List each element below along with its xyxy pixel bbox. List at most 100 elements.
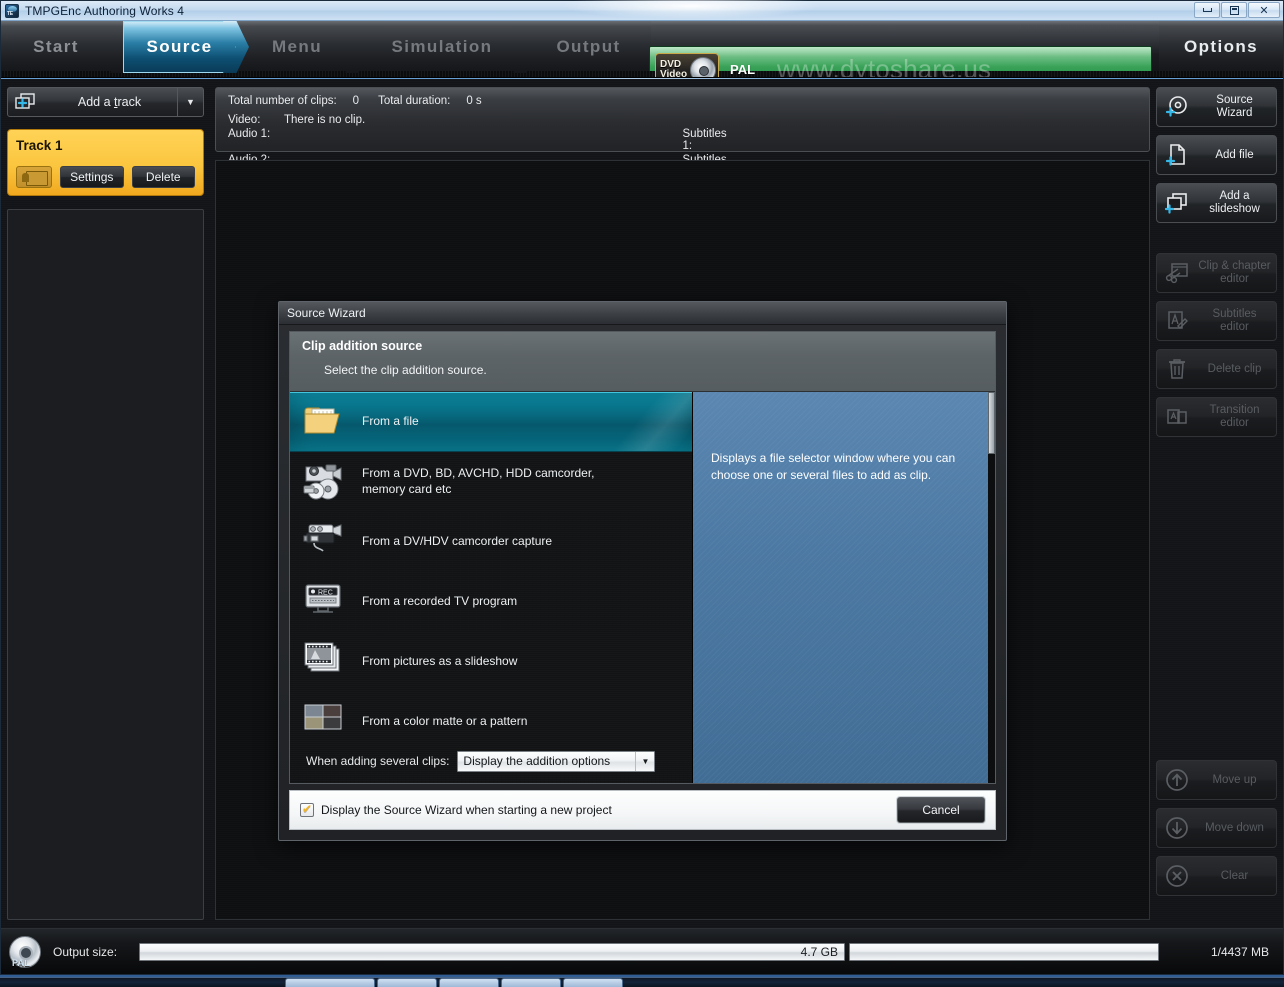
- chevron-down-icon[interactable]: ▼: [635, 751, 654, 771]
- scrollbar-thumb[interactable]: [988, 392, 995, 454]
- banner-format-label: PAL: [730, 62, 756, 77]
- restore-icon: [1229, 5, 1239, 15]
- title-bar[interactable]: TMPGEnc Authoring Works 4 ✕: [1, 0, 1283, 21]
- pal-disc-label: PAL: [12, 957, 30, 968]
- tab-start[interactable]: Start: [1, 21, 136, 73]
- capacity-label: 4.7 GB: [800, 944, 838, 959]
- move-down-button[interactable]: Move down: [1156, 808, 1277, 848]
- main-body: Add a track ▼ Track 1 Settings Delete To…: [1, 79, 1283, 928]
- main-window: TMPGEnc Authoring Works 4 ✕ Start Source: [0, 0, 1284, 975]
- source-option-label: From a file: [362, 414, 419, 429]
- clip-info-panel: Total number of clips: 0 Total duration: 0…: [215, 87, 1150, 178]
- add-track-label: Add a track: [77, 95, 142, 109]
- track-settings-button[interactable]: Settings: [60, 166, 124, 188]
- dialog-heading: Clip addition source: [302, 339, 423, 353]
- wizard-tabs: Start Source Menu Simulation Output: [1, 21, 651, 73]
- source-option-dv-hdv-capture[interactable]: From a DV/HDV camcorder capture: [290, 512, 692, 572]
- source-option-label: From pictures as a slideshow: [362, 654, 518, 669]
- description-text: Displays a file selector window where yo…: [711, 451, 956, 483]
- move-up-button[interactable]: Move up: [1156, 760, 1277, 800]
- list-scrollbar[interactable]: [988, 392, 995, 783]
- track-item[interactable]: Track 1 Settings Delete: [7, 129, 204, 196]
- subtitles-editor-button[interactable]: Subtitles editor: [1156, 301, 1277, 341]
- tab-output[interactable]: Output: [526, 21, 651, 73]
- tab-menu[interactable]: Menu: [236, 21, 371, 73]
- tab-source[interactable]: Source: [123, 21, 249, 73]
- tab-options-label: Options: [1184, 37, 1259, 56]
- window-title: TMPGEnc Authoring Works 4: [25, 3, 185, 18]
- source-wizard-label: Source Wizard: [1216, 94, 1253, 119]
- show-wizard-checkbox[interactable]: [300, 802, 314, 817]
- taskbar-button[interactable]: [563, 978, 623, 987]
- disc-camcorder-icon: [302, 462, 346, 502]
- taskbar-button[interactable]: [377, 978, 437, 987]
- delete-clip-label: Delete clip: [1207, 362, 1262, 375]
- clip-chapter-editor-button[interactable]: Clip & chapter editor: [1156, 253, 1277, 293]
- clear-button[interactable]: Clear: [1156, 856, 1277, 896]
- navigation-bar: Start Source Menu Simulation Output DVD …: [1, 21, 1283, 78]
- add-slideshow-icon: [1164, 190, 1190, 216]
- transition-editor-label: Transition editor: [1209, 404, 1260, 429]
- show-wizard-checkbox-label: Display the Source Wizard when starting …: [321, 803, 612, 817]
- color-matte-icon: [302, 702, 346, 742]
- tab-source-label: Source: [146, 37, 213, 56]
- chevron-down-icon[interactable]: ▼: [177, 88, 203, 116]
- dialog-title-bar[interactable]: Source Wizard: [279, 302, 1006, 325]
- move-up-label: Move up: [1212, 773, 1257, 786]
- output-size-progress-secondary: [849, 942, 1159, 961]
- transition-editor-button[interactable]: Transition editor: [1156, 397, 1277, 437]
- taskbar-button[interactable]: [501, 978, 561, 987]
- taskbar[interactable]: [0, 977, 1284, 987]
- add-track-icon: [8, 93, 42, 111]
- output-size-label: Output size:: [53, 944, 118, 959]
- track-list-panel[interactable]: [7, 209, 204, 920]
- audio1-label: Audio 1:: [228, 128, 271, 140]
- source-option-from-dvd-bd[interactable]: From a DVD, BD, AVCHD, HDD camcorder, mem…: [290, 452, 692, 512]
- track-delete-button[interactable]: Delete: [131, 166, 195, 188]
- add-file-button[interactable]: Add file: [1156, 135, 1277, 175]
- dvd-badge-line1: DVD: [660, 58, 682, 70]
- source-option-pictures-slideshow[interactable]: From pictures as a slideshow: [290, 632, 692, 692]
- output-size-progress: 4.7 GB: [139, 942, 845, 961]
- arrow-down-circle-icon: [1164, 815, 1190, 841]
- clip-info-summary: Total number of clips: 0 Total duration: 0…: [228, 95, 1137, 107]
- addition-options-select[interactable]: Display the addition options ▼: [457, 750, 656, 772]
- minimize-button[interactable]: [1194, 2, 1220, 18]
- transition-editor-icon: [1164, 404, 1190, 430]
- cancel-button[interactable]: Cancel: [897, 797, 985, 823]
- delete-clip-button[interactable]: Delete clip: [1156, 349, 1277, 389]
- tab-simulation[interactable]: Simulation: [358, 21, 539, 73]
- track-sidebar: Add a track ▼ Track 1 Settings Delete: [7, 87, 204, 920]
- source-wizard-button[interactable]: Source Wizard: [1156, 87, 1277, 127]
- add-slideshow-button[interactable]: Add a slideshow: [1156, 183, 1277, 223]
- source-wizard-icon: [1164, 94, 1190, 120]
- application-root: TMPGEnc Authoring Works 4 ✕ Start Source: [0, 0, 1284, 987]
- total-clips-value: 0: [352, 95, 360, 107]
- video-label: Video:: [228, 114, 261, 126]
- disc-icon: [690, 57, 716, 77]
- add-file-icon: [1164, 142, 1190, 168]
- tab-options[interactable]: Options: [1159, 21, 1283, 73]
- source-option-from-a-file[interactable]: From a file: [290, 392, 692, 452]
- format-banner: DVD Video PAL www.dytoshare.us: [649, 46, 1152, 77]
- source-option-label: From a DV/HDV camcorder capture: [362, 534, 553, 549]
- subtitles1-label: Subtitles 1:: [682, 128, 727, 152]
- restore-button[interactable]: [1221, 2, 1247, 18]
- close-button[interactable]: ✕: [1248, 2, 1280, 18]
- clip-chapter-editor-label: Clip & chapter editor: [1198, 260, 1271, 285]
- total-duration-label: Total duration:: [378, 95, 451, 107]
- te-app-icon[interactable]: [5, 3, 19, 18]
- source-option-label: From a recorded TV program: [362, 594, 518, 609]
- dialog-main: From a file From a DVD, BD, AVCHD, HDD c…: [290, 392, 995, 783]
- source-option-recorded-tv[interactable]: REC From a recorded TV program: [290, 572, 692, 632]
- taskbar-button[interactable]: [285, 978, 375, 987]
- tv-rec-icon: REC: [302, 582, 346, 622]
- pal-disc-icon: PAL: [9, 935, 41, 968]
- dialog-header: Clip addition source Select the clip add…: [290, 332, 995, 392]
- add-slideshow-label: Add a slideshow: [1209, 190, 1260, 215]
- track-name: Track 1: [16, 138, 63, 153]
- reorder-sidebar: Move up Move down Clear: [1156, 760, 1277, 896]
- add-track-button[interactable]: Add a track ▼: [7, 87, 204, 117]
- clear-label: Clear: [1220, 869, 1249, 882]
- taskbar-button[interactable]: [439, 978, 499, 987]
